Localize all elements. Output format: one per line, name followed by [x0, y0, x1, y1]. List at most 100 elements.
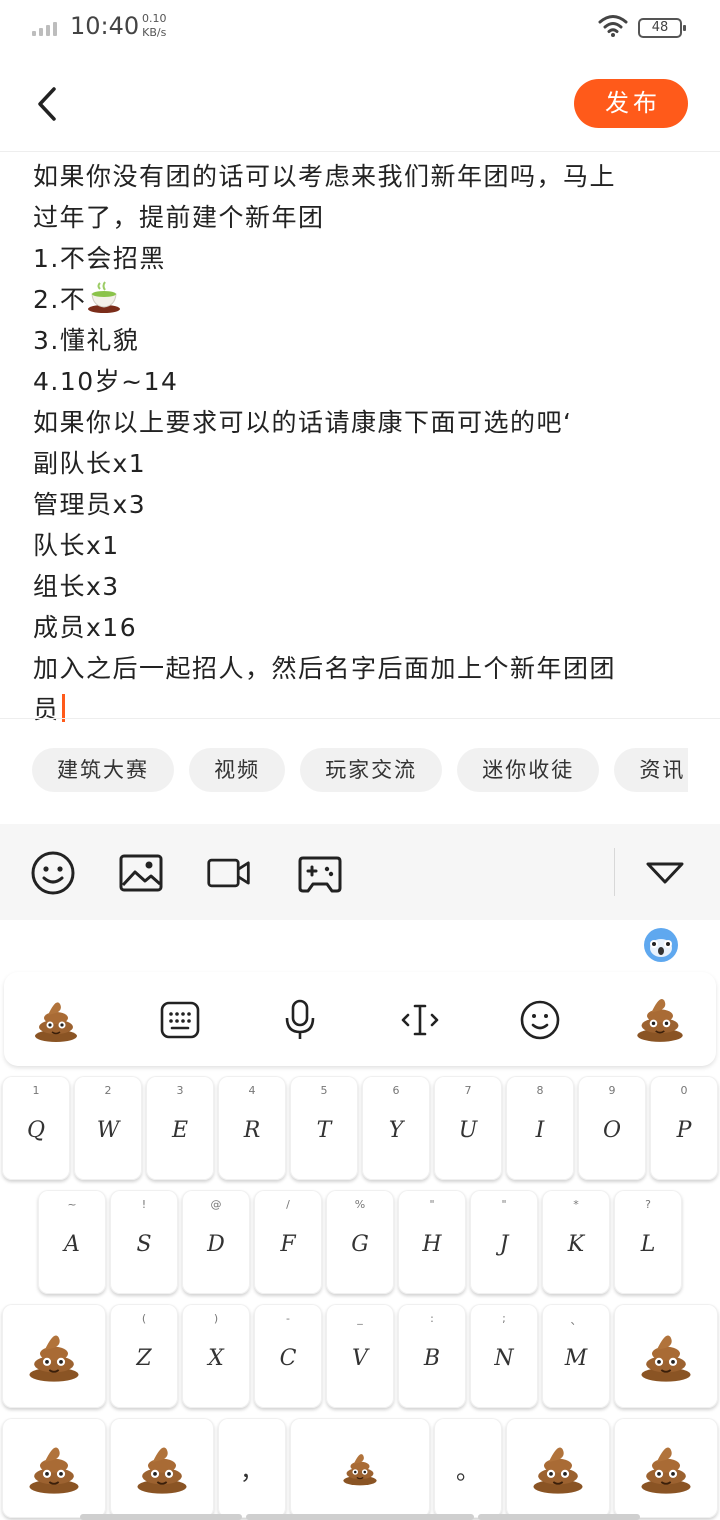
key-letter: E: [171, 1118, 189, 1143]
period-label: 。: [456, 1456, 480, 1485]
key-p[interactable]: 0P: [650, 1076, 718, 1180]
tag-building-contest[interactable]: 建筑大赛: [32, 748, 174, 792]
home-indicator: [478, 1514, 640, 1520]
emoji-key-right[interactable]: [614, 1304, 718, 1408]
keyboard-switch-icon[interactable]: [156, 996, 204, 1044]
key-secondary-symbol: ?: [645, 1198, 651, 1211]
emoticon-icon[interactable]: [516, 996, 564, 1044]
period-key[interactable]: 。: [434, 1418, 502, 1518]
network-speed-unit: KB/s: [142, 26, 167, 39]
key-m[interactable]: 、 M: [542, 1304, 610, 1408]
post-text-editor[interactable]: 如果你没有团的话可以考虑来我们新年团吗，马上 过年了，提前建个新年团 1.不会招…: [33, 156, 693, 724]
keyboard-mascot-icon[interactable]: [642, 926, 680, 964]
key-h[interactable]: " H: [398, 1190, 466, 1294]
soft-keyboard: 1 Q 2 W 3 E 4 R 5 T 6 Y 7 U 8 I 9 O 0 P ~ A! S @ D / F% G " H " J * K? L (…: [0, 920, 720, 1520]
key-y[interactable]: 6Y: [362, 1076, 430, 1180]
key-letter: F: [280, 1232, 296, 1257]
comma-key[interactable]: ，: [218, 1418, 286, 1518]
key-w[interactable]: 2W: [74, 1076, 142, 1180]
key-face: [290, 1418, 430, 1518]
emoji-key[interactable]: [506, 1418, 610, 1518]
key-face: [2, 1418, 106, 1518]
key-l[interactable]: ? L: [614, 1190, 682, 1294]
key-face: [614, 1304, 718, 1408]
tag-player-chat[interactable]: 玩家交流: [300, 748, 443, 792]
key-z[interactable]: (Z: [110, 1304, 178, 1408]
key-letter: O: [602, 1118, 622, 1143]
key-secondary-symbol: 、: [570, 1314, 582, 1327]
publish-button[interactable]: 发布: [574, 79, 688, 128]
editor-line-text: 员: [33, 695, 60, 724]
key-t[interactable]: 5T: [290, 1076, 358, 1180]
key-s[interactable]: ! S: [110, 1190, 178, 1294]
comma-label: ，: [240, 1456, 264, 1485]
tag-news[interactable]: 资讯: [614, 748, 688, 792]
key-i[interactable]: 8I: [506, 1076, 574, 1180]
key-d[interactable]: @ D: [182, 1190, 250, 1294]
key-secondary-symbol: 9: [608, 1084, 616, 1097]
key-letter: W: [96, 1118, 120, 1143]
emoji-key[interactable]: [2, 1418, 106, 1518]
toolbar-separator: [614, 848, 615, 896]
tag-apprentice[interactable]: 迷你收徒: [457, 748, 600, 792]
key-letter: G: [351, 1232, 369, 1257]
wifi-icon: [598, 15, 628, 37]
back-arrow-icon[interactable]: [30, 86, 66, 122]
key-q[interactable]: 1Q: [2, 1076, 70, 1180]
divider: [0, 718, 720, 719]
key-face: [110, 1418, 214, 1518]
key-a[interactable]: ~ A: [38, 1190, 106, 1294]
key-secondary-symbol: /: [286, 1198, 290, 1211]
emoji-icon[interactable]: [30, 850, 76, 896]
image-icon[interactable]: [118, 850, 164, 896]
key-secondary-symbol: 5: [320, 1084, 328, 1097]
key-n[interactable]: ; N: [470, 1304, 538, 1408]
editor-line: 3.懂礼貌: [33, 326, 140, 355]
key-f[interactable]: / F: [254, 1190, 322, 1294]
key-o[interactable]: 9O: [578, 1076, 646, 1180]
cursor-move-icon[interactable]: [396, 996, 444, 1044]
tag-video[interactable]: 视频: [189, 748, 286, 792]
key-letter: H: [422, 1232, 442, 1257]
editor-line: 员: [33, 689, 693, 730]
key-c[interactable]: -C: [254, 1304, 322, 1408]
video-icon[interactable]: [206, 850, 252, 896]
editor-line: 如果你以上要求可以的话请康康下面可选的吧‘: [33, 408, 573, 437]
key-b[interactable]: :B: [398, 1304, 466, 1408]
gamepad-icon[interactable]: [297, 850, 343, 896]
key-e[interactable]: 3E: [146, 1076, 214, 1180]
key-r[interactable]: 4R: [218, 1076, 286, 1180]
key-secondary-symbol: 6: [392, 1084, 400, 1097]
key-g[interactable]: % G: [326, 1190, 394, 1294]
key-letter: J: [499, 1232, 509, 1257]
key-letter: K: [567, 1232, 585, 1257]
editor-line: 2.不: [33, 279, 693, 320]
poop-emoji-icon: [29, 1447, 79, 1494]
editor-line: 4.10岁~14: [33, 367, 179, 396]
space-key[interactable]: [290, 1418, 430, 1518]
key-letter: B: [423, 1346, 441, 1371]
status-bar: 10:40 0.10 KB/s 48: [0, 0, 720, 56]
key-letter: D: [207, 1232, 225, 1257]
editor-line: 过年了，提前建个新年团: [33, 203, 325, 232]
key-u[interactable]: 7U: [434, 1076, 502, 1180]
collapse-icon[interactable]: [642, 850, 688, 896]
key-v[interactable]: _ V: [326, 1304, 394, 1408]
key-x[interactable]: ) X: [182, 1304, 250, 1408]
key-secondary-symbol: ": [429, 1198, 435, 1211]
network-speed: 0.10 KB/s: [142, 12, 167, 40]
microphone-icon[interactable]: [276, 996, 324, 1044]
emoji-key[interactable]: [110, 1418, 214, 1518]
poop-emoji-icon[interactable]: [632, 992, 688, 1044]
key-secondary-symbol: @: [210, 1198, 222, 1211]
emoji-key-left[interactable]: [2, 1304, 106, 1408]
poop-emoji-icon: [29, 1335, 79, 1382]
emoji-key[interactable]: [614, 1418, 718, 1518]
key-k[interactable]: * K: [542, 1190, 610, 1294]
key-j[interactable]: " J: [470, 1190, 538, 1294]
key-letter: A: [64, 1232, 80, 1257]
key-letter: P: [676, 1118, 692, 1143]
poop-emoji-icon[interactable]: [32, 996, 80, 1044]
topic-tags: 建筑大赛 视频 玩家交流 迷你收徒 资讯: [32, 748, 688, 794]
key-face: [2, 1304, 106, 1408]
